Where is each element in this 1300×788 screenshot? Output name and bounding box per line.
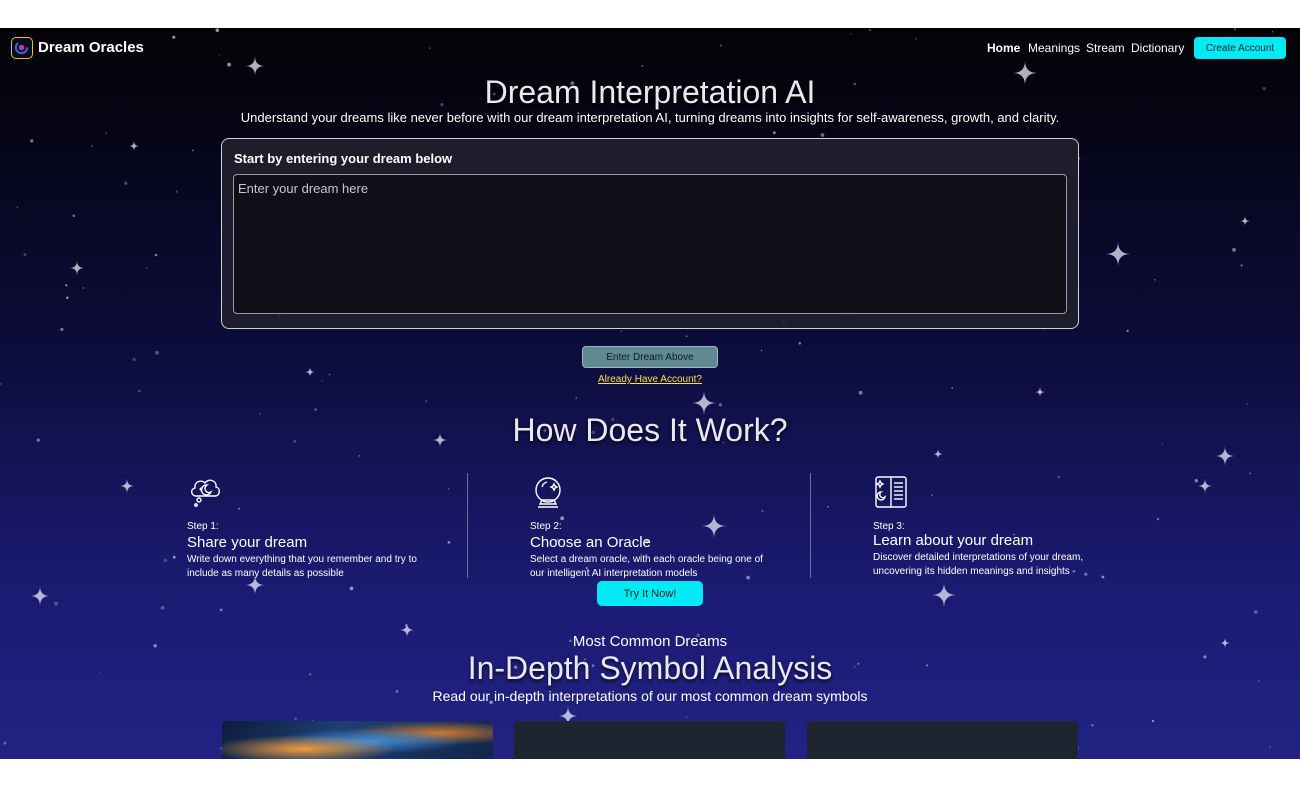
try-it-now-button[interactable]: Try It Now! (597, 581, 703, 606)
dream-book-icon (875, 476, 907, 508)
symbol-analysis-subtitle: Read our in-depth interpretations of our… (432, 688, 868, 704)
step-3-title: Learn about your dream (873, 532, 1034, 549)
step-3-number: Step 3: (873, 521, 905, 532)
step-1-number: Step 1: (187, 521, 219, 532)
step-3: Step 3: Learn about your dream Discover … (873, 474, 1113, 579)
common-dreams-kicker: Most Common Dreams (572, 633, 728, 650)
crystal-ball-icon (535, 477, 561, 508)
dream-entry-card: Start by entering your dream below (221, 138, 1079, 329)
nav-link-home[interactable]: Home (987, 41, 1020, 55)
symbol-card[interactable] (807, 721, 1078, 759)
dream-input[interactable] (233, 174, 1067, 314)
already-have-account-link[interactable]: Already Have Account? (598, 374, 702, 385)
step-2-number: Step 2: (530, 521, 562, 532)
enter-dream-button[interactable]: Enter Dream Above (582, 346, 718, 368)
dream-entry-label: Start by entering your dream below (234, 151, 453, 166)
hero-title: Dream Interpretation AI (484, 74, 816, 110)
symbol-analysis-title: In-Depth Symbol Analysis (467, 650, 833, 686)
navbar: Dream Oracles Home Meanings Stream Dicti… (0, 28, 1300, 68)
step-divider (467, 473, 468, 578)
step-2-description: Select a dream oracle, with each oracle … (530, 554, 763, 579)
create-account-button[interactable]: Create Account (1194, 37, 1286, 59)
step-2: Step 2: Choose an Oracle Select a dream … (530, 474, 770, 581)
thought-cloud-icon (191, 479, 220, 507)
step-2-title: Choose an Oracle (530, 534, 651, 551)
symbol-card[interactable] (514, 721, 785, 759)
step-divider (810, 473, 811, 578)
how-it-works-title: How Does It Work? (512, 412, 788, 448)
nav-link-stream[interactable]: Stream (1086, 41, 1125, 55)
account-link-row: Already Have Account? (0, 374, 1300, 385)
step-3-description: Discover detailed interpretations of you… (873, 552, 1084, 577)
dream-oracles-logo-icon[interactable] (11, 37, 33, 59)
hero-subtitle: Understand your dreams like never before… (240, 110, 1060, 125)
symbol-card[interactable] (222, 721, 493, 759)
nav-link-dictionary[interactable]: Dictionary (1131, 41, 1184, 55)
step-1-description: Write down everything that you remember … (187, 554, 417, 579)
step-1: Step 1: Share your dream Write down ever… (187, 474, 427, 581)
nav-link-meanings[interactable]: Meanings (1028, 41, 1080, 55)
page-viewport: Dream Oracles Home Meanings Stream Dicti… (0, 28, 1300, 759)
brand-name[interactable]: Dream Oracles (38, 39, 144, 56)
step-1-title: Share your dream (187, 534, 308, 551)
